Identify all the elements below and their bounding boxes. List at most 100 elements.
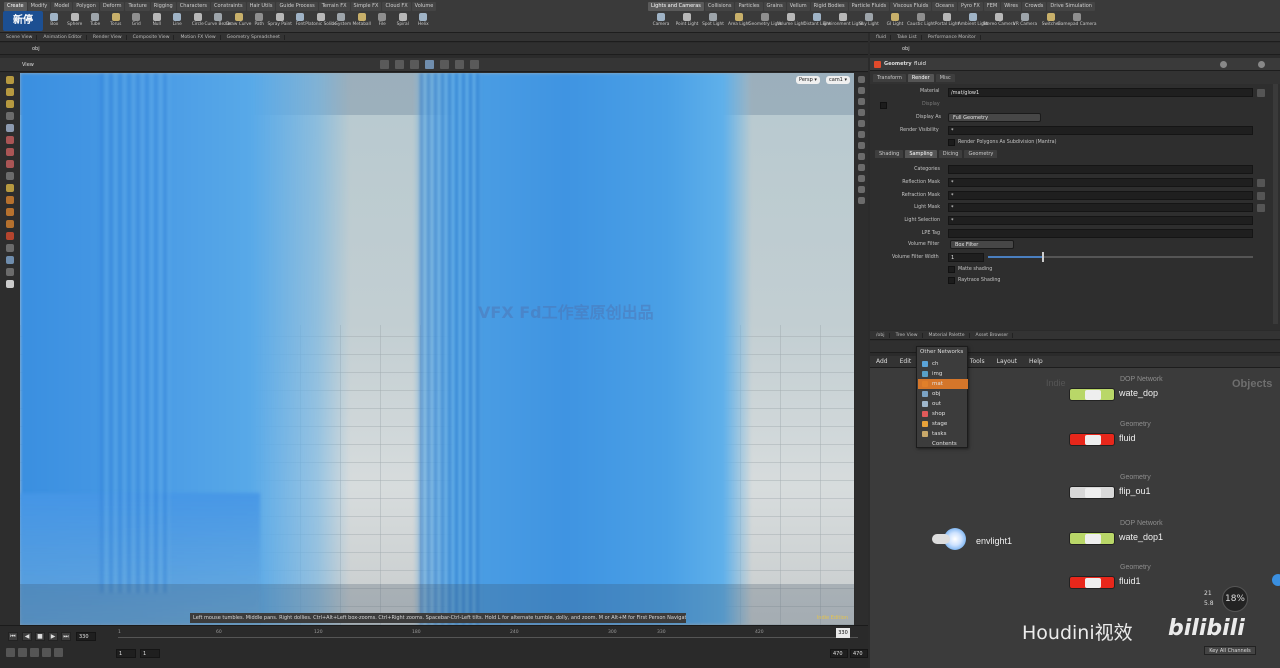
- shelf-tool[interactable]: Torus: [106, 12, 127, 32]
- render-region-icon[interactable]: [6, 256, 14, 264]
- shelf-tool[interactable]: Caustic Light: [907, 12, 935, 32]
- shelf-tool[interactable]: Sky Light: [856, 12, 882, 32]
- shelf-tab[interactable]: Terrain FX: [318, 2, 350, 11]
- shelf-tool[interactable]: Environment Light: [823, 12, 863, 32]
- shelf-tool[interactable]: Null: [147, 12, 168, 32]
- material-field[interactable]: /mat/glow1: [948, 88, 1253, 97]
- pane-tab[interactable]: Material Palette: [925, 332, 970, 338]
- left-toolbar[interactable]: [0, 73, 20, 625]
- ghost-icon[interactable]: [858, 120, 865, 127]
- shelf-tab[interactable]: Simple FX: [350, 2, 382, 11]
- loop-icon[interactable]: [42, 648, 51, 657]
- network-node[interactable]: [1069, 486, 1115, 499]
- select-icon[interactable]: [6, 76, 14, 84]
- shelf-tool[interactable]: Metaball: [352, 12, 373, 32]
- param-sub-tabs[interactable]: Shading Sampling Dicing Geometry: [875, 150, 998, 158]
- shelf-tool[interactable]: Point Light: [674, 12, 700, 32]
- shelf-tab[interactable]: Oceans: [932, 2, 957, 11]
- gear-icon[interactable]: [1220, 61, 1227, 68]
- end-frame-field-2[interactable]: 470: [850, 649, 868, 658]
- shelf-tab[interactable]: Rigid Bodies: [810, 2, 848, 11]
- menu-item-img[interactable]: img: [918, 369, 968, 379]
- network-node[interactable]: [1069, 532, 1115, 545]
- transform-icon[interactable]: [410, 60, 419, 69]
- left-path-bar[interactable]: obj: [0, 43, 868, 55]
- shelf-tab[interactable]: Cloud FX: [382, 2, 411, 11]
- snap-icon[interactable]: [425, 60, 434, 69]
- pose-icon[interactable]: [6, 148, 14, 156]
- shelf-tab[interactable]: Grains: [763, 2, 786, 11]
- normals-icon[interactable]: [858, 142, 865, 149]
- shelf-tool[interactable]: Box: [44, 12, 65, 32]
- volume-filter-width-field[interactable]: 1: [948, 253, 984, 262]
- visibility-icon[interactable]: [6, 268, 14, 276]
- pivot-icon[interactable]: [6, 196, 14, 204]
- key-all-channels-button[interactable]: Key All Channels: [1204, 646, 1256, 655]
- select-tool-icon[interactable]: [380, 60, 389, 69]
- pane-tab[interactable]: Composite View: [129, 34, 175, 40]
- menu-item-ch[interactable]: ch: [918, 359, 968, 369]
- bbox-icon[interactable]: [858, 153, 865, 160]
- timeline-options[interactable]: [0, 648, 63, 657]
- keys-icon[interactable]: [18, 648, 27, 657]
- settings-icon[interactable]: [54, 648, 63, 657]
- go-start-button[interactable]: ⏮: [8, 632, 18, 641]
- wire-icon[interactable]: [858, 164, 865, 171]
- shelf-tool[interactable]: Platonic Solids: [305, 12, 336, 32]
- scale-icon[interactable]: [6, 160, 14, 168]
- menu-item-out[interactable]: out: [918, 399, 968, 409]
- pane-tab[interactable]: Take List: [893, 34, 922, 40]
- display-icon[interactable]: [470, 60, 479, 69]
- param-field[interactable]: *: [948, 177, 1253, 187]
- subdivision-checkbox[interactable]: [948, 139, 955, 146]
- light-tool-icon[interactable]: [6, 220, 14, 228]
- shelf-tab[interactable]: Polygon: [73, 2, 99, 11]
- network-node[interactable]: [1069, 433, 1115, 446]
- display-as-dropdown[interactable]: Full Geometry: [948, 113, 1041, 122]
- viewport-right-toolbar[interactable]: [855, 73, 868, 625]
- param-subtab[interactable]: Shading: [875, 150, 904, 158]
- backface-icon[interactable]: [858, 109, 865, 116]
- network-node[interactable]: [1069, 388, 1115, 401]
- shelf-tool[interactable]: Line: [167, 12, 188, 32]
- shelf-tool[interactable]: L-System: [331, 12, 352, 32]
- realtime-icon[interactable]: [30, 648, 39, 657]
- shelf-tab[interactable]: Model: [51, 2, 73, 11]
- other-networks-menu[interactable]: Other Networks ch img mat obj out shop stage ta…: [916, 346, 968, 448]
- start-frame-field-2[interactable]: 1: [140, 649, 160, 658]
- play-button[interactable]: ▶: [48, 632, 58, 641]
- shelf-tool[interactable]: Draw Curve: [226, 12, 251, 32]
- shading-icon[interactable]: [858, 98, 865, 105]
- move-icon[interactable]: [6, 112, 14, 120]
- lighting-icon[interactable]: [858, 87, 865, 94]
- pane-tab[interactable]: Geometry Spreadsheet: [223, 34, 285, 40]
- network-menu-item[interactable]: Layout: [991, 358, 1023, 365]
- lock-icon[interactable]: [6, 124, 14, 132]
- shelf-tool[interactable]: File: [372, 12, 393, 32]
- shelf-tab[interactable]: Modify: [27, 2, 51, 11]
- pane-tab[interactable]: Asset Browser: [972, 332, 1014, 338]
- audio-icon[interactable]: [6, 648, 15, 657]
- stop-button[interactable]: ■: [35, 632, 45, 641]
- param-field[interactable]: [948, 229, 1253, 238]
- end-frame-field[interactable]: 470: [830, 649, 848, 658]
- menu-item-contents[interactable]: Contents: [918, 439, 968, 449]
- shelf-tabs-left[interactable]: Create Modify Model Polygon Deform Texture Rig…: [4, 2, 437, 11]
- shelf-tab[interactable]: Characters: [176, 2, 211, 11]
- right-pane-tabs[interactable]: fluid Take List Performance Monitor: [870, 33, 1280, 42]
- node-name-field[interactable]: fluid: [914, 61, 926, 67]
- network-pane-tabs[interactable]: /obj Tree View Material Palette Asset Brows…: [870, 331, 1280, 340]
- rotate-icon[interactable]: [6, 172, 14, 180]
- shelf-tool[interactable]: VR Camera: [1012, 12, 1038, 32]
- pane-tab[interactable]: Render View: [89, 34, 127, 40]
- shelf-tools-right[interactable]: Camera Point Light Spot Light Area Light Geo…: [648, 12, 1097, 32]
- pane-tab[interactable]: Performance Monitor: [924, 34, 981, 40]
- raytrace-checkbox[interactable]: [948, 277, 955, 284]
- magnet-icon[interactable]: [6, 232, 14, 240]
- camera-menu[interactable]: Persp ▾: [796, 76, 820, 84]
- menu-item-stage[interactable]: stage: [918, 419, 968, 429]
- help-icon[interactable]: [1258, 61, 1265, 68]
- shelf-tab[interactable]: FEM: [983, 2, 1001, 11]
- mask-chooser-icon[interactable]: [1257, 191, 1265, 200]
- cam-menu[interactable]: cam1 ▾: [826, 76, 850, 84]
